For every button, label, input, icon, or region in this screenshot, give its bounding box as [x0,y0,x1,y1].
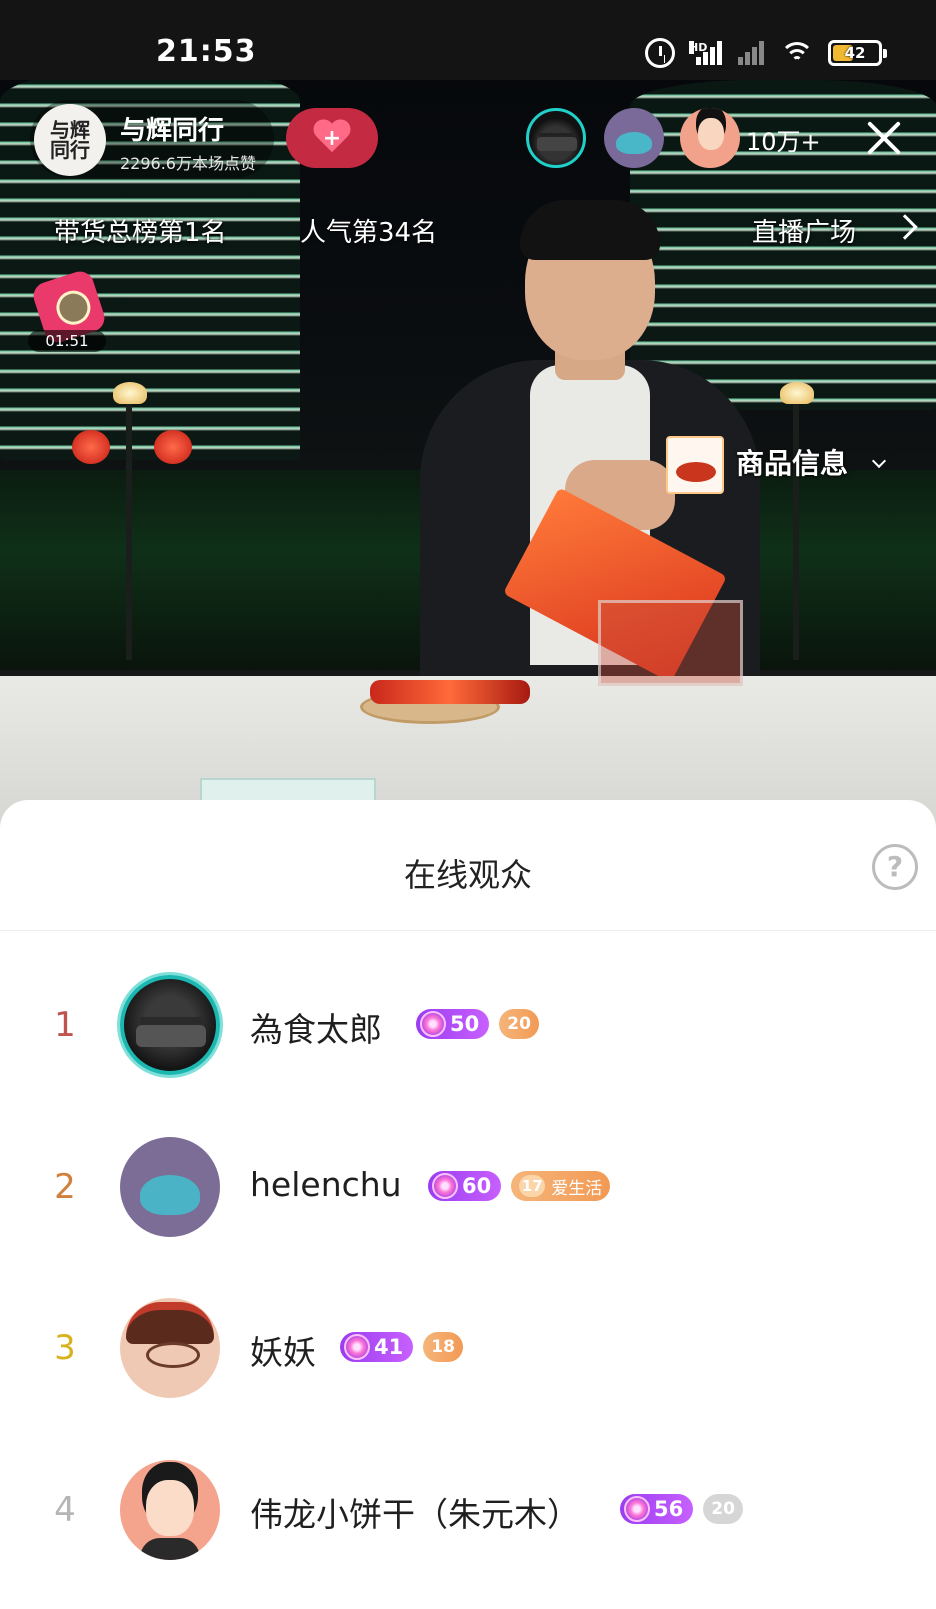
heart-plus-icon: + [312,120,352,156]
fan-level-value: 20 [507,1014,531,1034]
level-value: 56 [654,1497,684,1521]
level-value: 60 [462,1174,492,1198]
divider [0,930,936,931]
snack-box [598,600,743,686]
live-plaza-link[interactable]: 直播广场 [752,212,856,249]
gift-timer-text: 01:51 [28,330,106,352]
fan-badge: 18 [423,1332,463,1362]
wifi-icon [780,40,814,66]
product-thumbnail[interactable] [666,436,724,494]
viewer-name: 妖妖 [250,1333,316,1372]
rank-number: 4 [54,1490,76,1530]
network-type: HD [689,41,708,54]
avatar[interactable] [120,1298,220,1398]
follow-button[interactable]: + [286,108,378,168]
viewer-count[interactable]: 10万+ [746,122,821,157]
viewer-name: 伟龙小饼干（朱元木） [250,1495,580,1534]
host-avatar[interactable]: 与辉 同行 [34,104,106,176]
battery-icon: 42 [828,40,887,66]
fan-level-value: 17 [519,1175,546,1197]
street-lamp [113,382,147,404]
gift-timer[interactable]: 01:51 [28,267,109,352]
fan-level-value: 20 [711,1499,735,1519]
fan-level-value: 18 [431,1337,455,1357]
viewer-badges: 56 20 [620,1494,743,1524]
fan-badge: 20 [499,1009,539,1039]
help-icon[interactable]: ? [872,844,918,890]
list-item[interactable]: 4 伟龙小饼干（朱元木） 56 20 [0,1450,936,1570]
fan-club-name: 爱生活 [551,1178,603,1199]
avatar[interactable] [120,1460,220,1560]
rank-number: 3 [54,1328,76,1368]
gem-icon [432,1173,458,1199]
red-lantern [154,430,192,464]
host-name[interactable]: 与辉同行 [120,110,224,147]
sheet-title: 在线观众 [403,856,532,894]
status-time: 21:53 [156,34,257,69]
level-value: 41 [374,1335,404,1359]
alarm-icon [645,38,675,68]
popularity-rank-badge[interactable]: 人气第34名 [300,212,437,249]
level-badge: 60 [428,1171,502,1201]
viewer-badges: 41 18 [340,1332,463,1362]
fan-badge: 17 爱生活 [511,1171,611,1201]
top-viewer-avatar-2[interactable] [604,108,664,168]
status-icons: HD 42 [645,38,887,68]
lamp-pole [126,400,132,660]
avatar[interactable] [120,975,220,1075]
level-badge: 50 [416,1009,490,1039]
rank-number: 1 [54,1005,76,1045]
gem-icon [344,1334,370,1360]
viewer-name: helenchu [250,1165,402,1204]
level-badge: 41 [340,1332,414,1362]
street-lamp [780,382,814,404]
signal-sim2-icon [738,41,766,65]
avatar[interactable] [120,1137,220,1237]
snack-pile [370,680,530,704]
list-item[interactable]: 2 helenchu 60 17 爱生活 [0,1127,936,1247]
product-info-button[interactable]: 商品信息 [736,442,848,482]
viewer-badges: 60 17 爱生活 [428,1171,611,1201]
top-viewer-avatar-1[interactable] [526,108,586,168]
level-value: 50 [450,1012,480,1036]
viewer-name: 為食太郎 [250,1010,382,1049]
rank-number: 2 [54,1167,76,1207]
viewer-badges: 50 20 [416,1009,539,1039]
lamp-pole [793,400,799,660]
gem-icon [624,1496,650,1522]
close-icon[interactable] [862,116,906,160]
level-badge: 56 [620,1494,694,1524]
top-viewer-avatar-3[interactable] [680,108,740,168]
list-item[interactable]: 3 妖妖 41 18 [0,1288,936,1408]
list-item[interactable]: 1 為食太郎 50 20 [0,965,936,1085]
fan-badge: 20 [703,1494,743,1524]
gem-icon [420,1011,446,1037]
signal-icon: HD [689,41,724,65]
status-bar: 21:53 HD 42 [0,0,936,80]
red-lantern [72,430,110,464]
sales-rank-badge[interactable]: 带货总榜第1名 [54,212,227,249]
host-likes: 2296.6万本场点赞 [120,154,256,173]
battery-level: 42 [844,44,866,62]
